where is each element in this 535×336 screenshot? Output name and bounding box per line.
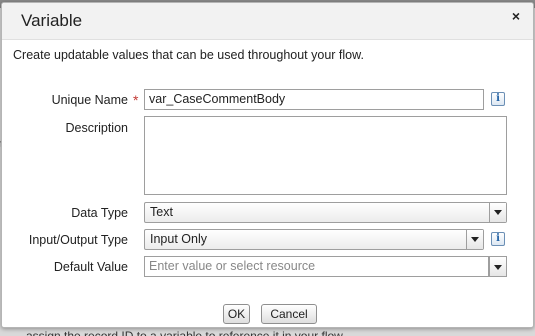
default-value-dropdown-button[interactable] [489,256,507,277]
required-marker: * [133,92,139,108]
ok-button[interactable]: OK [223,304,250,324]
unique-name-label: Unique Name [51,93,128,107]
dialog-title: Variable [21,11,83,30]
unique-name-info-icon[interactable]: i [491,92,505,106]
io-type-info-icon[interactable]: i [491,232,505,246]
dialog-header: Variable × [2,3,533,40]
chevron-down-icon[interactable] [489,203,506,222]
default-value-label: Default Value [53,260,128,274]
data-type-select[interactable]: Text [144,202,507,223]
default-value-input[interactable]: Enter value or select resource [144,256,489,277]
io-type-label: Input/Output Type [28,233,128,247]
close-icon[interactable]: × [508,8,524,24]
cancel-button[interactable]: Cancel [261,304,317,324]
dialog-description: Create updatable values that can be used… [13,48,364,62]
data-type-selected-value: Text [150,205,173,219]
description-label: Description [65,121,128,135]
description-textarea[interactable] [144,116,507,195]
variable-dialog: Variable × Create updatable values that … [1,2,534,328]
io-type-select[interactable]: Input Only [144,229,484,250]
chevron-down-icon[interactable] [466,230,483,249]
data-type-label: Data Type [71,206,128,220]
io-type-selected-value: Input Only [150,232,207,246]
unique-name-input[interactable]: var_CaseCommentBody [144,89,484,110]
default-value-placeholder: Enter value or select resource [149,259,316,273]
